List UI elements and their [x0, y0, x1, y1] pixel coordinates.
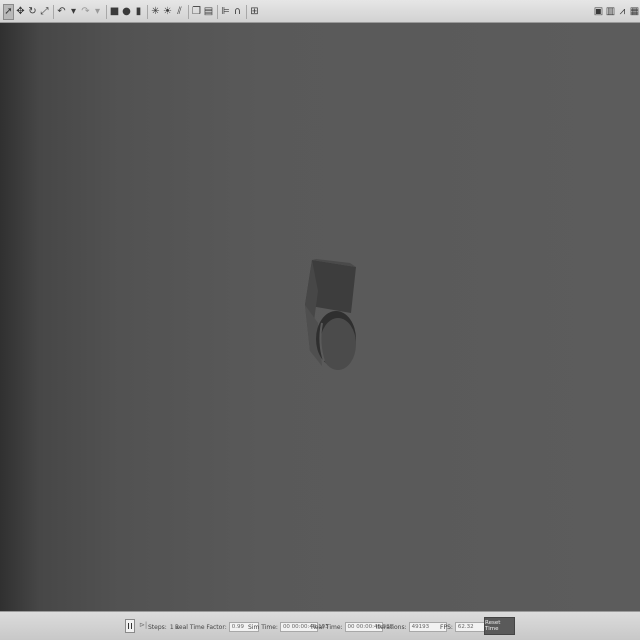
undo-icon[interactable]: ↶ [56, 4, 67, 20]
real-time-factor-label: Real Time Factor: [175, 623, 227, 631]
align-icon[interactable]: ⊫ [220, 4, 231, 20]
toolbar-separator [188, 4, 189, 19]
point-light-icon[interactable]: ✳ [150, 4, 161, 20]
fps-value: 62.32 [454, 622, 485, 632]
real-time-label: Real Time: [311, 623, 343, 631]
reset-time-button[interactable]: Reset Time [484, 617, 515, 635]
cylinder-shape-icon[interactable]: ▮ [133, 4, 144, 20]
fps: FPS: 62.32 [440, 621, 485, 633]
iterations: Iterations: 49193 [376, 621, 447, 633]
real-time-factor: Real Time Factor: 0.99 [175, 621, 259, 633]
lens-cylinder-face[interactable] [320, 318, 356, 370]
toolbar-separator [246, 4, 247, 19]
scene-render [305, 259, 356, 370]
snap-icon[interactable]: ∩ [232, 4, 243, 20]
3d-viewport[interactable] [0, 23, 640, 611]
real-time: Real Time: 00 00:00:49.582 [311, 621, 393, 633]
toolbar-left-group: ➚ ✥ ↻ ⤢ ↶ ▾ ↷ ▾ ■ ● ▮ ✳ ☀ ⫽ ❐ ▤ ⊫ ∩ ⊞ [3, 3, 261, 20]
spot-light-icon[interactable]: ☀ [162, 4, 173, 20]
toolbar-separator [53, 4, 54, 19]
step-icon[interactable]: ⊳| [139, 621, 147, 629]
plot-icon[interactable]: ⩘ [617, 4, 628, 20]
toolbar-right-group: ▣ ▥ ⩘ ▦ [593, 3, 640, 20]
scale-icon[interactable]: ⤢ [39, 4, 50, 20]
fps-label: FPS: [440, 623, 453, 631]
iterations-label: Iterations: [376, 623, 407, 631]
toolbar-separator [106, 4, 107, 19]
redo-dropdown-icon[interactable]: ▾ [92, 4, 103, 20]
top-toolbar: ➚ ✥ ↻ ⤢ ↶ ▾ ↷ ▾ ■ ● ▮ ✳ ☀ ⫽ ❐ ▤ ⊫ ∩ ⊞ ▣ ▥ ⩘ ▦ [0, 0, 640, 23]
arrow-select-icon[interactable]: ➚ [3, 3, 14, 20]
screenshot-icon[interactable]: ▣ [593, 4, 604, 20]
log-icon[interactable]: ▥ [605, 4, 616, 20]
rotate-icon[interactable]: ↻ [27, 4, 38, 20]
redo-icon[interactable]: ↷ [80, 4, 91, 20]
undo-dropdown-icon[interactable]: ▾ [68, 4, 79, 20]
pause-button[interactable] [125, 619, 135, 633]
toolbar-separator [217, 4, 218, 19]
toolbar-separator [147, 4, 148, 19]
sphere-shape-icon[interactable]: ● [121, 4, 132, 20]
video-record-icon[interactable]: ▦ [629, 4, 640, 20]
paste-icon[interactable]: ▤ [203, 4, 214, 20]
bottom-status-bar: ⊳| Steps: 1 ▴ Real Time Factor: 0.99 Sim… [0, 611, 640, 640]
sim-time: Sim Time: 00 00:00:49.193 [248, 621, 329, 633]
change-view-icon[interactable]: ⊞ [249, 4, 260, 20]
pause-icon [128, 623, 132, 629]
sim-time-label: Sim Time: [248, 623, 278, 631]
box-shape-icon[interactable]: ■ [109, 4, 120, 20]
steps-label: Steps: [148, 623, 167, 631]
steps-value[interactable]: 1 [170, 624, 174, 631]
translate-icon[interactable]: ✥ [15, 4, 26, 20]
directional-light-icon[interactable]: ⫽ [174, 4, 185, 20]
copy-icon[interactable]: ❐ [191, 4, 202, 20]
